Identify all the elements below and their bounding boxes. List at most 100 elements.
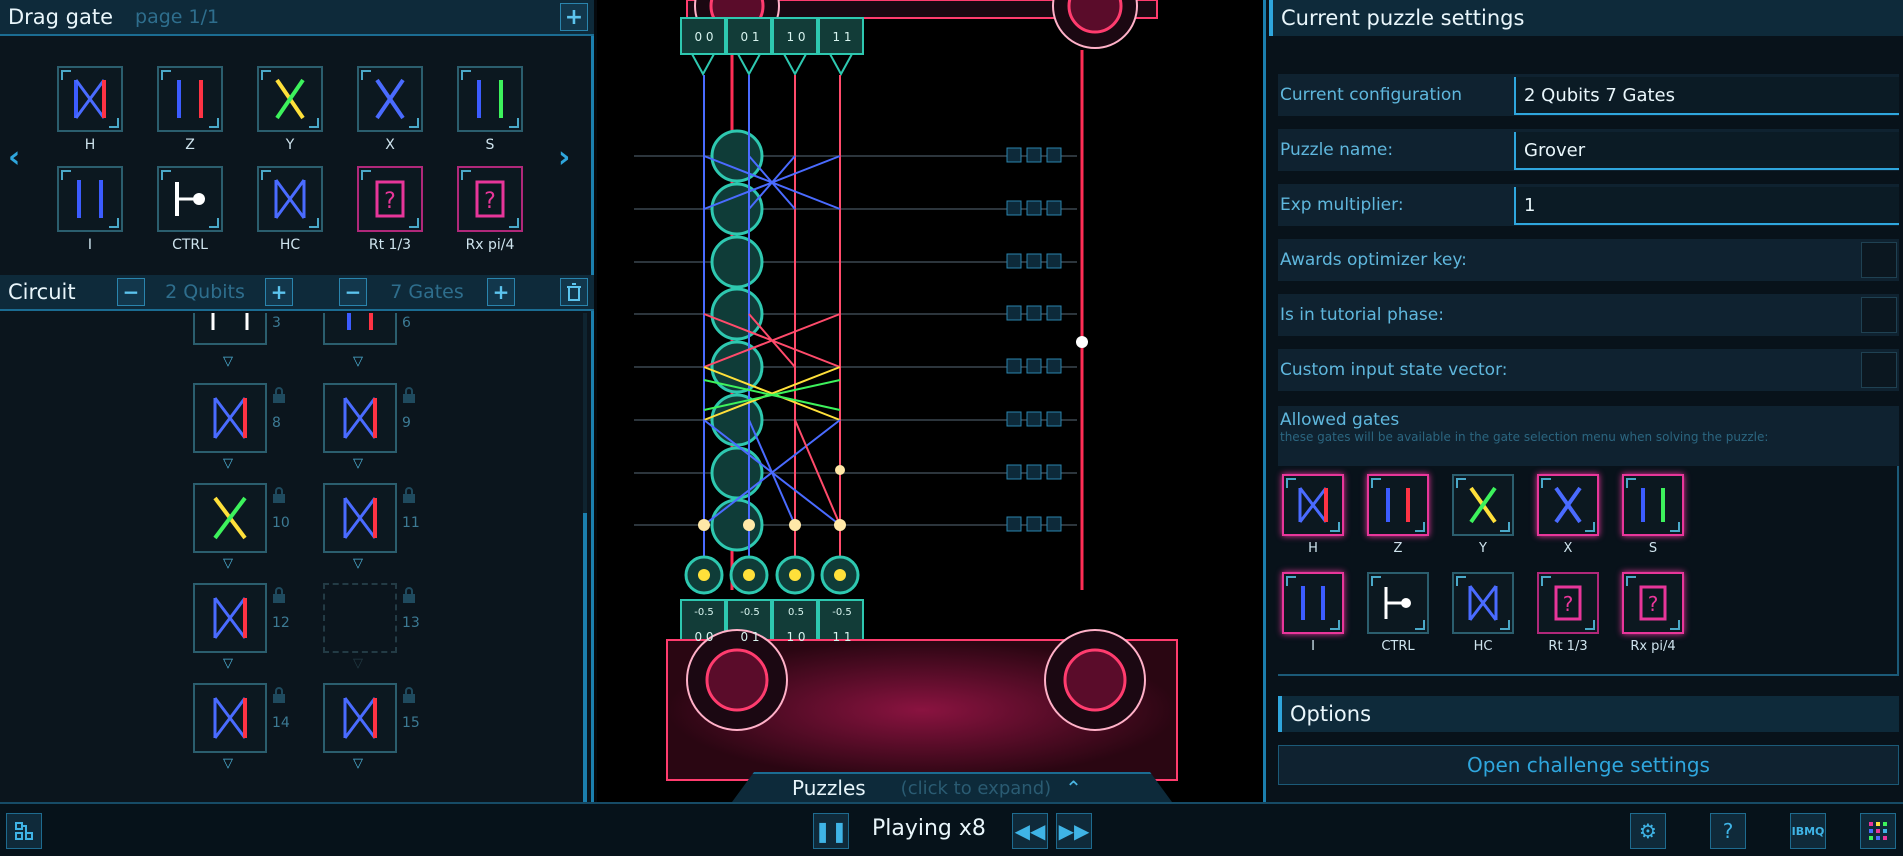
slot-number: 8: [272, 415, 281, 431]
gate-x[interactable]: X: [340, 66, 440, 153]
circuit-slot[interactable]: [193, 313, 267, 345]
gate-label: HC: [279, 237, 301, 253]
gate-ctrl[interactable]: CTRL: [140, 166, 240, 253]
gate-label: S: [485, 137, 495, 153]
allowed-gate-rx[interactable]: ? Rx pi/4: [1603, 572, 1703, 654]
slot-arrow-icon: ▽: [223, 756, 233, 771]
circuit-menu-button[interactable]: [6, 813, 42, 849]
current-configuration-value: 2 Qubits 7 Gates: [1514, 77, 1899, 115]
open-challenge-settings-button[interactable]: Open challenge settings: [1278, 745, 1899, 785]
circuit-slot-empty[interactable]: [323, 583, 397, 653]
pause-icon: ❚❚: [814, 819, 848, 843]
pause-button[interactable]: ❚❚: [813, 813, 849, 849]
qubit-count: 2 Qubits: [165, 281, 245, 303]
gate-s-icon: [457, 66, 523, 132]
awards-optimizer-checkbox[interactable]: [1861, 242, 1897, 278]
amplitude-label: -0.5: [694, 607, 714, 618]
gate-i[interactable]: I: [40, 166, 140, 253]
state-label: 0 1: [740, 30, 760, 44]
help-button[interactable]: ?: [1710, 813, 1746, 849]
exp-multiplier-input[interactable]: 1: [1514, 187, 1899, 225]
gate-rx-icon: ?: [1622, 572, 1684, 634]
gate-rx[interactable]: ? Rx pi/4: [440, 166, 540, 253]
slot-arrow-icon: ▽: [223, 556, 233, 571]
custom-input-label: Custom input state vector:: [1280, 360, 1508, 380]
lock-icon: [273, 387, 285, 403]
circuit-slot[interactable]: [193, 683, 267, 753]
fast-forward-button[interactable]: ▶▶: [1056, 813, 1092, 849]
state-label: 0 0: [694, 630, 714, 644]
gate-s[interactable]: S: [440, 66, 540, 153]
gate-count: 7 Gates: [390, 281, 464, 303]
puzzle-name-input[interactable]: Grover: [1514, 132, 1899, 170]
gate-h-icon: [57, 66, 123, 132]
state-label: 1 1: [832, 30, 852, 44]
next-page-button[interactable]: ›: [558, 140, 570, 175]
remove-qubit-button[interactable]: −: [117, 278, 145, 306]
puzzle-name-row: Puzzle name: Grover: [1278, 129, 1899, 171]
puzzles-title: Puzzles: [792, 776, 866, 800]
gate-z[interactable]: Z: [140, 66, 240, 153]
gate-rt[interactable]: ? Rt 1/3: [340, 166, 440, 253]
gate-h-icon: [343, 697, 377, 739]
circuit-slot[interactable]: [323, 483, 397, 553]
slot-number: 10: [272, 515, 290, 531]
fast-forward-icon: ▶▶: [1058, 819, 1090, 843]
settings-header: Current puzzle settings: [1269, 0, 1903, 36]
bottom-state-labels: 0 0 0 1 1 0 1 1: [681, 630, 865, 644]
gate-label: Y: [285, 137, 295, 153]
rewind-button[interactable]: ◀◀: [1012, 813, 1048, 849]
svg-text:?: ?: [384, 189, 396, 214]
circuit-scrollbar[interactable]: [583, 313, 587, 802]
gate-rx-icon: ?: [457, 166, 523, 232]
circuit-slot[interactable]: [193, 583, 267, 653]
minus-icon: −: [122, 280, 140, 304]
ibm-q-button[interactable]: IBMQ: [1790, 813, 1826, 849]
circuit-slot[interactable]: [193, 483, 267, 553]
gate-hc[interactable]: HC: [240, 166, 340, 253]
circuit-slot[interactable]: [193, 383, 267, 453]
apps-grid-button[interactable]: [1860, 813, 1896, 849]
plus-icon: +: [564, 4, 584, 30]
gate-h-icon: [343, 497, 377, 539]
slot-number: 15: [402, 715, 420, 731]
circuit-slot[interactable]: [323, 313, 397, 345]
clear-circuit-button[interactable]: [560, 278, 588, 306]
puzzles-drawer[interactable]: Puzzles (click to expand) ⌃: [732, 772, 1172, 802]
gate-z-icon: [157, 66, 223, 132]
plus-icon: +: [270, 280, 288, 304]
custom-input-checkbox[interactable]: [1861, 352, 1897, 388]
settings-title: Current puzzle settings: [1281, 6, 1525, 30]
gate-h[interactable]: H: [40, 66, 140, 153]
playback-speed-label: Playing x8: [872, 816, 986, 841]
add-gate-button[interactable]: +: [560, 3, 588, 31]
state-label: 1 1: [832, 630, 852, 644]
tutorial-phase-checkbox[interactable]: [1861, 297, 1897, 333]
gate-y[interactable]: Y: [240, 66, 340, 153]
slot-number: 14: [272, 715, 290, 731]
allowed-gate-s[interactable]: S: [1603, 474, 1703, 556]
allowed-gates-section: Allowed gates these gates will be availa…: [1278, 406, 1899, 676]
slot-number: 6: [402, 315, 411, 331]
scroll-thumb[interactable]: [583, 513, 587, 802]
settings-button[interactable]: ⚙: [1630, 813, 1666, 849]
rewind-icon: ◀◀: [1014, 819, 1046, 843]
amplitude-label: -0.5: [740, 607, 760, 618]
slot-arrow-icon: ▽: [353, 656, 363, 671]
circuit-slot[interactable]: [323, 683, 397, 753]
gate-label: X: [385, 137, 395, 153]
add-qubit-button[interactable]: +: [265, 278, 293, 306]
slot-number: 11: [402, 515, 420, 531]
circuit-slot[interactable]: [323, 383, 397, 453]
current-configuration-row: Current configuration 2 Qubits 7 Gates: [1278, 74, 1899, 116]
remove-gate-button[interactable]: −: [339, 278, 367, 306]
prev-page-button[interactable]: ‹: [8, 140, 20, 175]
slot-arrow-icon: ▽: [353, 756, 363, 771]
gate-ctrl-icon: [157, 166, 223, 232]
bottom-toolbar: ❚❚ Playing x8 ◀◀ ▶▶ ⚙ ? IBMQ: [0, 802, 1903, 856]
add-gate-slot-button[interactable]: +: [487, 278, 515, 306]
circuit-slots: 3 ▽ 6 ▽ 8 ▽ 9 ▽ 10 ▽ 11 ▽ 12 ▽ 13 ▽ 14 ▽…: [0, 313, 594, 802]
grid-icon: [1869, 822, 1887, 840]
gate-i-icon: [57, 166, 123, 232]
options-header[interactable]: Options: [1278, 696, 1899, 732]
